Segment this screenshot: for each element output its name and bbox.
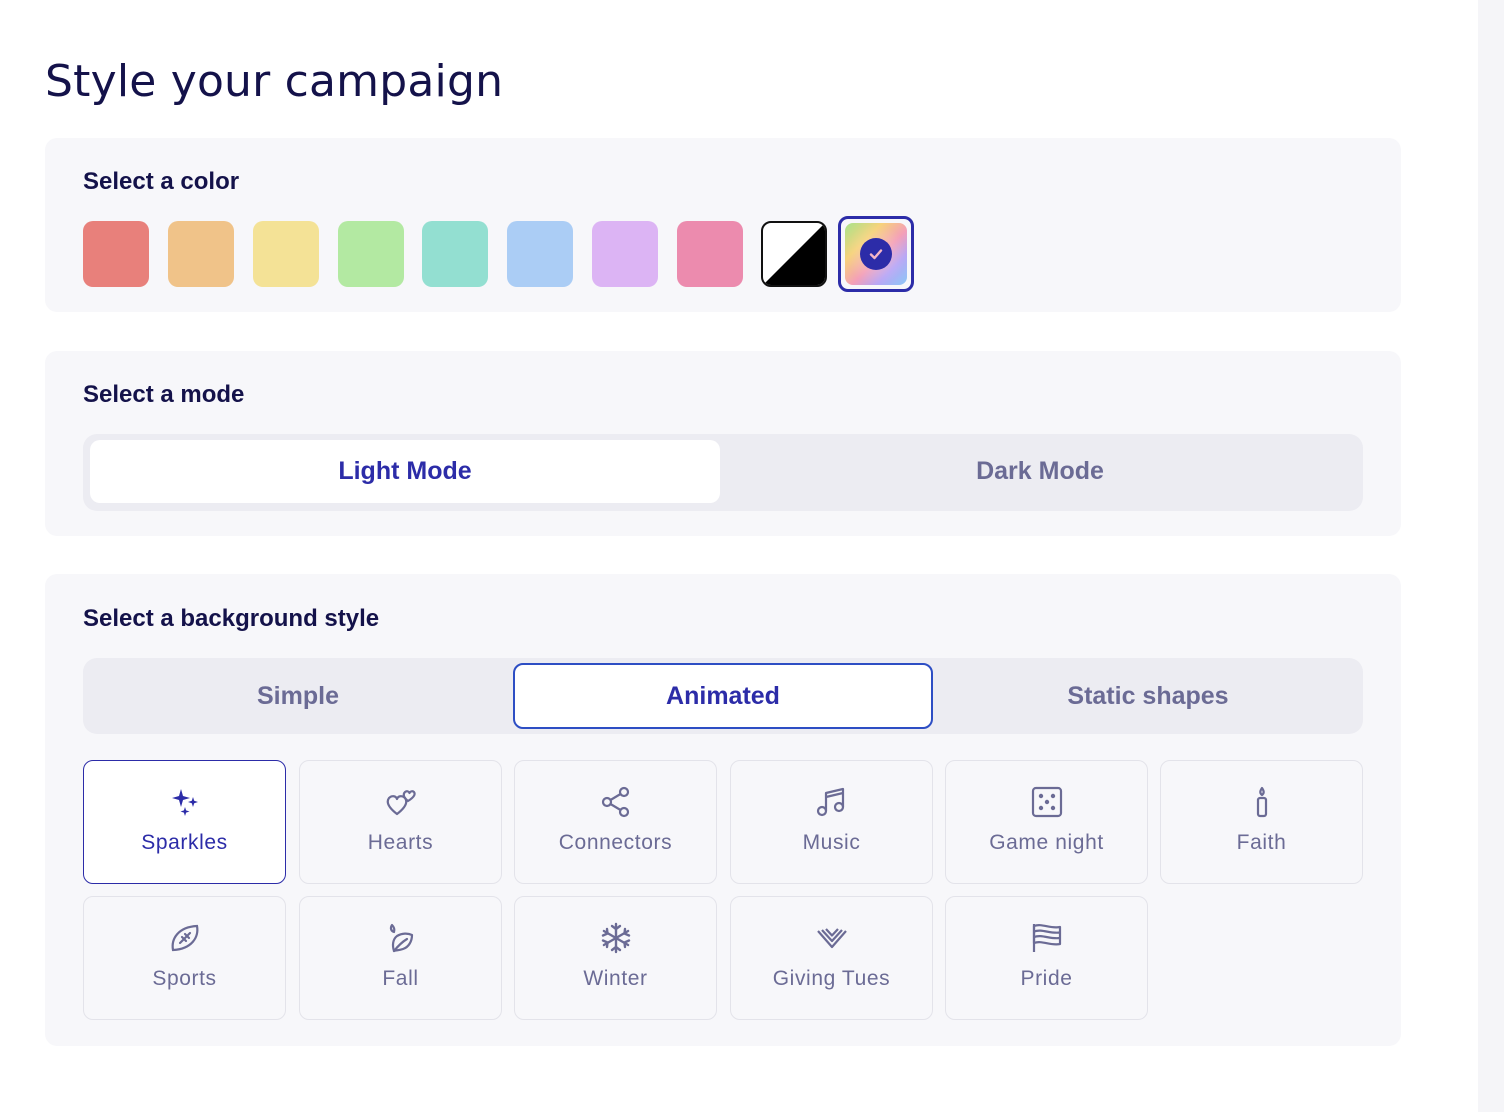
mode-section: Select a mode Light Mode Dark Mode: [45, 351, 1401, 536]
style-tile-hearts[interactable]: Hearts: [299, 760, 502, 884]
swatch-purple[interactable]: [592, 221, 658, 287]
tab-simple[interactable]: Simple: [83, 658, 513, 734]
style-tile-label: Game night: [989, 831, 1104, 854]
swatch-pink[interactable]: [677, 221, 743, 287]
style-tile-label: Sparkles: [141, 831, 228, 854]
style-tile-connectors[interactable]: Connectors: [514, 760, 717, 884]
style-tile-label: Hearts: [367, 831, 434, 854]
swatch-green[interactable]: [338, 221, 404, 287]
scrollbar-track[interactable]: [1478, 0, 1504, 1112]
style-tile-sports[interactable]: Sports: [83, 896, 286, 1020]
swatch-orange[interactable]: [168, 221, 234, 287]
mode-toggle: Light Mode Dark Mode: [83, 434, 1363, 511]
style-tile-sparkles[interactable]: Sparkles: [83, 760, 286, 884]
checkmark-icon: [860, 238, 892, 270]
swatch-red[interactable]: [83, 221, 149, 287]
style-tile-label: Fall: [382, 967, 419, 990]
dark-mode-option[interactable]: Dark Mode: [720, 440, 1360, 503]
style-tile-label: Sports: [152, 967, 217, 990]
style-tile-faith[interactable]: Faith: [1160, 760, 1363, 884]
style-tile-game-night[interactable]: Game night: [945, 760, 1148, 884]
leaf-icon: [384, 921, 418, 955]
tab-static-shapes[interactable]: Static shapes: [933, 658, 1363, 734]
giving-tuesday-heart-icon: [815, 921, 849, 955]
flag-icon: [1030, 921, 1064, 955]
swatch-rainbow-selected[interactable]: [838, 216, 914, 292]
candle-icon: [1245, 785, 1279, 819]
football-icon: [168, 921, 202, 955]
style-tile-giving-tues[interactable]: Giving Tues: [730, 896, 933, 1020]
page-title: Style your campaign: [45, 56, 504, 107]
snowflake-icon: [599, 921, 633, 955]
style-tile-music[interactable]: Music: [730, 760, 933, 884]
style-tile-pride[interactable]: Pride: [945, 896, 1148, 1020]
style-tile-label: Winter: [583, 967, 648, 990]
tab-animated[interactable]: Animated: [513, 663, 933, 729]
music-note-icon: [815, 785, 849, 819]
color-section: Select a color: [45, 138, 1401, 312]
color-section-label: Select a color: [83, 168, 240, 195]
sparkles-icon: [168, 785, 202, 819]
background-section: Select a background style Simple Animate…: [45, 574, 1401, 1046]
swatch-teal[interactable]: [422, 221, 488, 287]
style-tile-label: Faith: [1236, 831, 1287, 854]
light-mode-option[interactable]: Light Mode: [90, 440, 720, 503]
style-tile-label: Music: [802, 831, 861, 854]
swatch-yellow[interactable]: [253, 221, 319, 287]
swatch-rainbow: [845, 223, 907, 285]
share-nodes-icon: [599, 785, 633, 819]
style-tile-label: Connectors: [558, 831, 673, 854]
style-tile-winter[interactable]: Winter: [514, 896, 717, 1020]
style-tile-fall[interactable]: Fall: [299, 896, 502, 1020]
mode-section-label: Select a mode: [83, 381, 245, 408]
swatch-blue[interactable]: [507, 221, 573, 287]
swatch-black-white[interactable]: [761, 221, 827, 287]
hearts-icon: [384, 785, 418, 819]
background-style-tabs: Simple Animated Static shapes: [83, 658, 1363, 734]
background-section-label: Select a background style: [83, 605, 380, 632]
style-tile-label: Giving Tues: [772, 967, 891, 990]
dice-icon: [1030, 785, 1064, 819]
style-tile-label: Pride: [1020, 967, 1073, 990]
